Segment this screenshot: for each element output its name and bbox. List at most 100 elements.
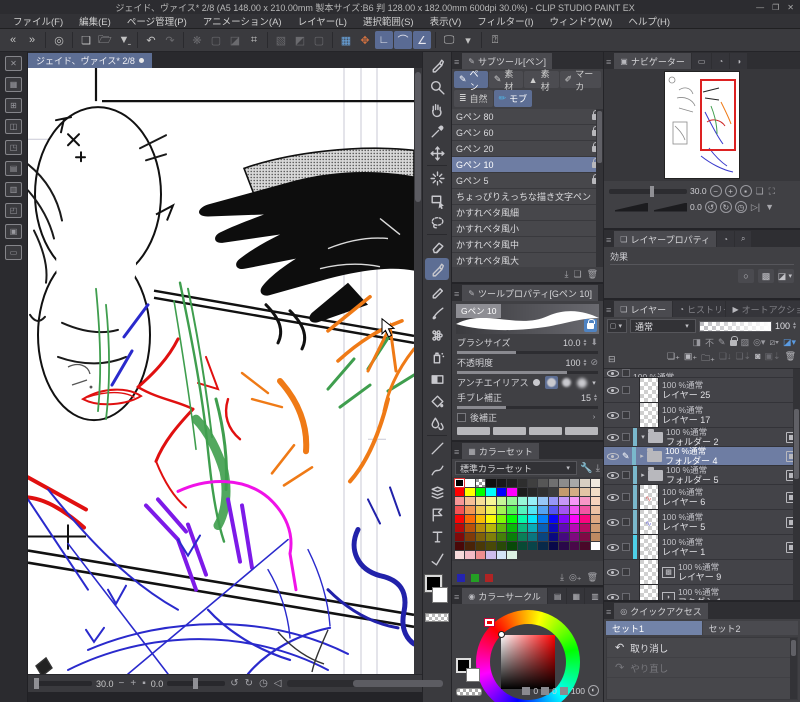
actual-size-icon[interactable]: ⛶ xyxy=(768,186,776,197)
menu-表示(V)[interactable]: 表示(V) xyxy=(423,14,469,28)
visibility-eye-icon[interactable] xyxy=(607,386,619,394)
palette-swatch[interactable] xyxy=(590,542,600,550)
nav-rotate-reset-button[interactable]: ◷ xyxy=(734,201,747,213)
panel-menu-icon[interactable]: ≡ xyxy=(606,305,611,315)
layer-row[interactable]: ∿ 100 %通常 レイヤー 5 xyxy=(604,509,800,535)
palette-swatch[interactable] xyxy=(580,497,590,505)
hsv-mode-icon[interactable]: ◐ xyxy=(588,685,599,696)
quick-access-tab[interactable]: ◎ クイックアクセス xyxy=(614,603,708,619)
palette-swatch[interactable] xyxy=(475,542,486,550)
palette-swatch[interactable] xyxy=(580,515,590,523)
palette-swatch[interactable] xyxy=(528,542,538,550)
item-bank-tab[interactable]: ◑ xyxy=(730,53,748,69)
palette-swatch[interactable] xyxy=(475,551,486,559)
tool-eraser[interactable] xyxy=(425,236,449,258)
layer-property-tab[interactable]: ❏ レイヤープロパティ xyxy=(614,231,717,247)
palette-swatch[interactable] xyxy=(538,479,548,487)
chevron-down-icon[interactable]: ▾ xyxy=(459,31,477,49)
palette-swatch[interactable] xyxy=(517,542,527,550)
shape-icon[interactable]: ◪ xyxy=(226,31,244,49)
material-palette-materials-3-icon[interactable]: ◳ xyxy=(5,140,22,155)
fit-screen-icon[interactable]: ❏ xyxy=(755,186,765,197)
canvas-artwork[interactable] xyxy=(28,68,414,674)
visibility-eye-icon[interactable] xyxy=(607,493,619,501)
palette-swatch[interactable] xyxy=(580,479,590,487)
palette-swatch[interactable] xyxy=(486,551,496,559)
undo-icon[interactable]: ↶ xyxy=(142,31,160,49)
layer-folder-row[interactable]: ▾ 100 %通常 フォルダー 2 xyxy=(604,427,800,447)
palette-swatch[interactable] xyxy=(475,524,486,532)
rotate-reset-icon[interactable]: ◷ xyxy=(258,678,269,689)
duplicate-subtool-icon[interactable]: ❏ xyxy=(573,269,581,280)
palette-swatch[interactable] xyxy=(538,542,548,550)
subtool-item[interactable]: かすれベタ風小 xyxy=(452,221,603,237)
canvas-rotation-slider[interactable] xyxy=(167,678,226,689)
visibility-eye-icon[interactable] xyxy=(607,433,619,441)
palette-swatch[interactable] xyxy=(517,515,527,523)
palette-swatch[interactable] xyxy=(548,524,559,532)
layer-checkbox[interactable] xyxy=(622,518,630,526)
chevrons-right-icon[interactable]: » xyxy=(23,31,41,49)
menu-フィルター(I)[interactable]: フィルター(I) xyxy=(470,14,540,28)
layer-checkbox[interactable] xyxy=(622,568,630,576)
palette-swatch[interactable] xyxy=(548,515,559,523)
recent-color-swatch[interactable] xyxy=(485,573,493,582)
refresh-icon[interactable]: ❋ xyxy=(188,31,206,49)
layer-opacity-slider[interactable] xyxy=(699,320,773,332)
help-icon[interactable]: ⍰ xyxy=(486,31,504,49)
visibility-eye-icon[interactable] xyxy=(607,518,619,526)
delete-layer-icon[interactable]: 🗑 xyxy=(785,351,796,367)
palette-swatch[interactable] xyxy=(475,533,486,541)
palette-swatch[interactable] xyxy=(538,497,548,505)
flip-vertical-icon[interactable]: ▼ xyxy=(764,202,775,212)
material-palette-materials-2-icon[interactable]: ◫ xyxy=(5,119,22,134)
opacity-row[interactable]: 不透明度 100 ▲ ▼ ⊘ xyxy=(452,354,603,374)
menu-ファイル(F)[interactable]: ファイル(F) xyxy=(6,14,70,28)
palette-swatch[interactable] xyxy=(569,524,580,532)
tool-selection[interactable] xyxy=(425,211,449,233)
palette-swatch[interactable] xyxy=(455,497,465,505)
clip-logo-icon[interactable]: ◎ xyxy=(50,31,68,49)
palette-swatch[interactable] xyxy=(590,497,600,505)
menu-ヘルプ(H)[interactable]: ヘルプ(H) xyxy=(621,14,677,28)
folder-chevron-icon[interactable]: ▸ xyxy=(638,452,646,460)
layer-row[interactable]: ▩ 100 %通常 レイヤー 9 xyxy=(604,559,800,585)
tool-panel-cut[interactable] xyxy=(425,503,449,525)
new-layer2-icon[interactable]: ▣₊ xyxy=(684,351,697,367)
palette-swatch[interactable] xyxy=(507,542,517,550)
palette-color-dropdown[interactable]: ▢ ▾ xyxy=(607,319,627,333)
palette-swatch[interactable] xyxy=(496,488,507,496)
palette-swatch[interactable] xyxy=(465,479,475,487)
palette-swatch[interactable] xyxy=(517,479,527,487)
palette-swatch[interactable] xyxy=(496,533,507,541)
tool-property-tab[interactable]: ✎ ツールプロパティ[Gペン 10] xyxy=(462,285,598,301)
palette-swatch[interactable] xyxy=(486,479,496,487)
canvas-vertical-scrollbar[interactable] xyxy=(414,68,422,674)
palette-swatch[interactable] xyxy=(569,488,580,496)
aa-weak-option[interactable] xyxy=(545,376,558,389)
approx-color-tab[interactable]: ▥ xyxy=(585,588,604,604)
palette-swatch[interactable] xyxy=(559,533,569,541)
subtool-group2-1[interactable]: ✏ モブ xyxy=(493,90,533,107)
quick-access-item[interactable]: ↷ やり直し xyxy=(607,658,797,678)
palette-swatch[interactable] xyxy=(590,506,600,514)
panel-menu-icon[interactable]: ≡ xyxy=(606,235,611,245)
palette-swatch[interactable] xyxy=(538,488,548,496)
material-palette-materials-8-icon[interactable]: ▭ xyxy=(5,245,22,260)
subtool-group-2[interactable]: ▲ 素材 xyxy=(523,69,559,92)
post-correction-checkbox[interactable] xyxy=(457,413,466,422)
palette-swatch[interactable] xyxy=(455,533,465,541)
subtool-item[interactable]: Gペン 20 xyxy=(452,141,603,157)
palette-swatch[interactable] xyxy=(496,542,507,550)
palette-swatch[interactable] xyxy=(486,488,496,496)
palette-swatch[interactable] xyxy=(486,524,496,532)
palette-swatch[interactable] xyxy=(517,506,527,514)
layer-checkbox[interactable] xyxy=(622,411,630,419)
reference-icon[interactable]: 不 xyxy=(705,336,714,349)
layer-color-icon[interactable]: ◪ ▾ xyxy=(778,269,794,283)
palette-swatch[interactable] xyxy=(453,478,466,488)
palette-swatch[interactable] xyxy=(455,524,465,532)
quick-access-セット2[interactable]: セット2 xyxy=(702,621,798,635)
palette-swatch[interactable] xyxy=(548,506,559,514)
tool-line-correct[interactable] xyxy=(425,547,449,569)
